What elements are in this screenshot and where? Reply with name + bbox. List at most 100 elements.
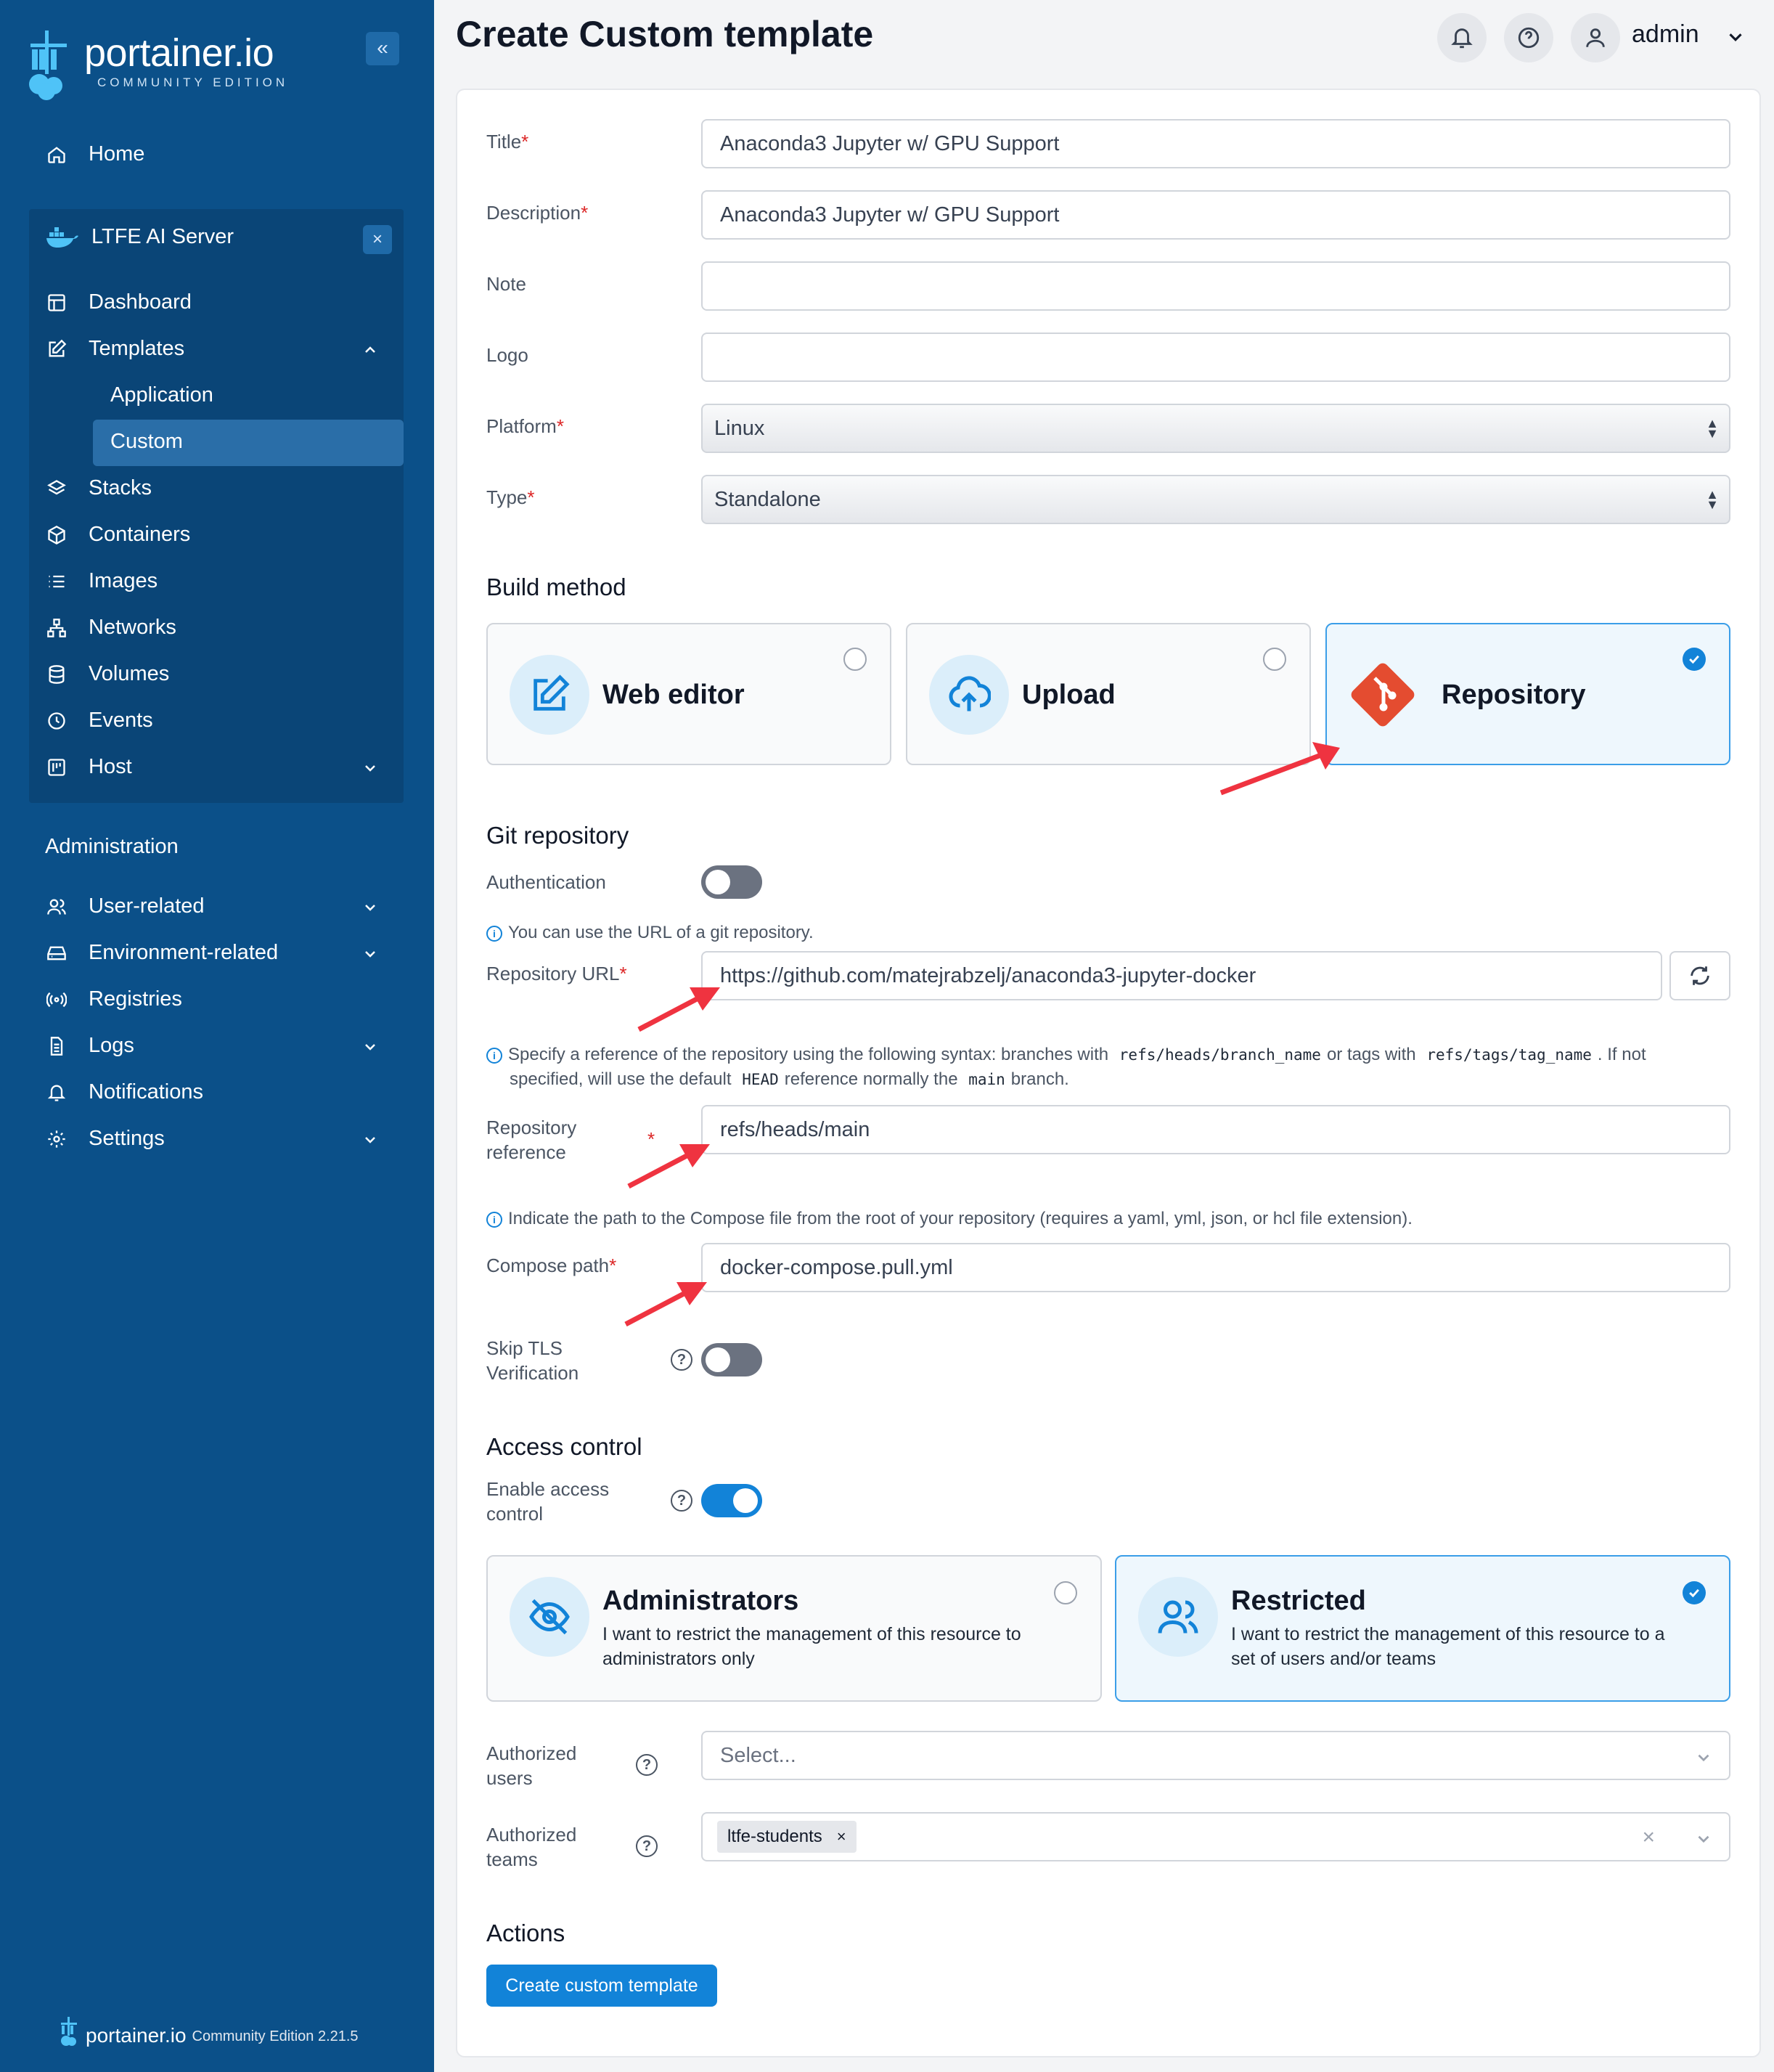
sidebar-item-containers[interactable]: Containers bbox=[45, 523, 190, 547]
user-menu-button[interactable] bbox=[1571, 13, 1620, 62]
sidebar-item-environment-related[interactable]: Environment-related bbox=[45, 941, 278, 965]
users-icon-circle bbox=[1138, 1577, 1218, 1657]
sidebar-item-settings[interactable]: Settings bbox=[45, 1127, 165, 1151]
chevron-up-icon[interactable] bbox=[361, 341, 379, 359]
help-circle-icon[interactable]: ? bbox=[671, 1349, 692, 1371]
authorized-users-label: Authorized users bbox=[486, 1742, 577, 1789]
authorized-users-select[interactable]: Select... bbox=[701, 1731, 1730, 1780]
access-control-toggle[interactable] bbox=[701, 1484, 762, 1517]
repository-url-label: Repository URL* bbox=[486, 963, 627, 984]
chevron-down-icon[interactable] bbox=[361, 1038, 379, 1056]
git-icon bbox=[1351, 663, 1415, 727]
sidebar-item-templates[interactable]: Templates bbox=[45, 337, 184, 361]
authentication-toggle[interactable] bbox=[701, 865, 762, 899]
type-select[interactable]: Standalone ▲ ▼ bbox=[701, 475, 1730, 524]
sidebar-item-label: Images bbox=[89, 569, 158, 592]
footer-edition: Community Edition 2.21.5 bbox=[192, 2028, 359, 2044]
build-method-web-editor[interactable]: Web editor bbox=[486, 623, 891, 765]
repository-reference-input[interactable]: refs/heads/main bbox=[701, 1105, 1730, 1154]
restricted-radio-checked[interactable] bbox=[1683, 1581, 1706, 1604]
repository-label: Repository bbox=[1442, 680, 1586, 710]
sidebar-item-custom[interactable]: Custom bbox=[110, 430, 183, 454]
skip-tls-toggle[interactable] bbox=[701, 1343, 762, 1376]
build-method-upload[interactable]: Upload bbox=[906, 623, 1311, 765]
sidebar-item-volumes[interactable]: Volumes bbox=[45, 662, 169, 686]
sidebar-item-application[interactable]: Application bbox=[110, 383, 213, 407]
description-input[interactable]: Anaconda3 Jupyter w/ GPU Support bbox=[701, 190, 1730, 240]
sidebar-item-images[interactable]: Images bbox=[45, 569, 158, 593]
help-button[interactable] bbox=[1504, 13, 1553, 62]
chevron-down-icon[interactable] bbox=[361, 759, 379, 777]
sidebar-item-user-related[interactable]: User-related bbox=[45, 894, 205, 918]
sidebar-item-label: User-related bbox=[89, 894, 205, 918]
logo-input[interactable] bbox=[701, 333, 1730, 382]
upload-cloud-icon bbox=[949, 676, 991, 711]
sidebar-item-host[interactable]: Host bbox=[45, 755, 132, 779]
current-user-name[interactable]: admin bbox=[1632, 20, 1699, 49]
layers-icon bbox=[45, 477, 68, 500]
info-icon: i bbox=[486, 925, 502, 942]
sidebar-item-home[interactable]: Home bbox=[45, 142, 144, 166]
chevron-down-icon[interactable] bbox=[1725, 26, 1746, 48]
chevron-down-icon[interactable] bbox=[361, 1131, 379, 1149]
repository-radio-checked[interactable] bbox=[1683, 648, 1706, 671]
platform-select[interactable]: Linux ▲ ▼ bbox=[701, 404, 1730, 453]
close-environment-button[interactable]: × bbox=[363, 225, 392, 254]
remove-tag-icon[interactable]: × bbox=[837, 1827, 846, 1846]
sidebar-item-label: Networks bbox=[89, 616, 176, 639]
note-input[interactable] bbox=[701, 261, 1730, 311]
dashboard-icon bbox=[45, 291, 68, 314]
sidebar-item-dashboard[interactable]: Dashboard bbox=[45, 290, 192, 314]
chevron-down-icon[interactable] bbox=[361, 945, 379, 963]
sidebar-item-label: Registries bbox=[89, 987, 182, 1011]
administrators-radio[interactable] bbox=[1054, 1581, 1077, 1604]
git-repository-title: Git repository bbox=[486, 822, 629, 849]
help-circle-icon[interactable]: ? bbox=[671, 1490, 692, 1512]
title-label: Title* bbox=[486, 131, 529, 152]
notifications-button[interactable] bbox=[1437, 13, 1487, 62]
create-custom-template-button[interactable]: Create custom template bbox=[486, 1965, 717, 2007]
chevron-down-icon[interactable] bbox=[361, 899, 379, 916]
build-method-repository[interactable]: Repository bbox=[1325, 623, 1730, 765]
help-circle-icon[interactable]: ? bbox=[636, 1754, 658, 1776]
refresh-repository-button[interactable] bbox=[1669, 951, 1730, 1000]
user-icon bbox=[1586, 28, 1605, 47]
web-editor-radio[interactable] bbox=[843, 648, 867, 671]
upload-radio[interactable] bbox=[1263, 648, 1286, 671]
access-restricted-option[interactable]: Restricted I want to restrict the manage… bbox=[1115, 1555, 1730, 1702]
sidebar-item-networks[interactable]: Networks bbox=[45, 616, 176, 640]
type-label: Type* bbox=[486, 486, 535, 508]
title-input[interactable]: Anaconda3 Jupyter w/ GPU Support bbox=[701, 119, 1730, 168]
help-circle-icon[interactable]: ? bbox=[636, 1835, 658, 1857]
toggle-knob bbox=[706, 870, 730, 894]
required-marker: * bbox=[647, 1128, 655, 1150]
portainer-logo[interactable]: portainer.io COMMUNITY EDITION bbox=[25, 28, 402, 100]
sidebar-item-registries[interactable]: Registries bbox=[45, 987, 182, 1011]
eye-off-icon bbox=[529, 1599, 570, 1635]
sidebar-item-label: Templates bbox=[89, 337, 185, 360]
sidebar: portainer.io COMMUNITY EDITION « Home LT… bbox=[0, 0, 434, 2072]
home-icon bbox=[45, 143, 68, 166]
compose-path-input[interactable]: docker-compose.pull.yml bbox=[701, 1243, 1730, 1292]
check-icon bbox=[1689, 655, 1699, 664]
collapse-sidebar-button[interactable]: « bbox=[366, 32, 399, 65]
sidebar-item-notifications[interactable]: Notifications bbox=[45, 1080, 203, 1104]
portainer-logo-icon bbox=[61, 2017, 77, 2046]
environment-header[interactable]: LTFE AI Server bbox=[45, 225, 234, 249]
info-icon: i bbox=[486, 1211, 502, 1228]
authentication-label: Authentication bbox=[486, 871, 606, 893]
sidebar-item-events[interactable]: Events bbox=[45, 709, 153, 733]
sidebar-item-stacks[interactable]: Stacks bbox=[45, 476, 152, 500]
hard-drive-icon bbox=[45, 942, 68, 965]
sidebar-item-label: Host bbox=[89, 755, 132, 778]
portainer-logo-icon bbox=[29, 30, 67, 100]
repository-url-input[interactable]: https://github.com/matejrabzelj/anaconda… bbox=[701, 951, 1662, 1000]
toggle-knob bbox=[733, 1488, 758, 1513]
chevron-down-icon bbox=[1698, 1754, 1709, 1762]
clear-selection-icon[interactable]: × bbox=[1642, 1825, 1655, 1850]
skip-tls-label: Skip TLS Verification bbox=[486, 1337, 579, 1384]
logo-label: Logo bbox=[486, 344, 528, 366]
access-administrators-option[interactable]: Administrators I want to restrict the ma… bbox=[486, 1555, 1102, 1702]
administrators-description: I want to restrict the management of thi… bbox=[602, 1624, 1021, 1669]
sidebar-item-logs[interactable]: Logs bbox=[45, 1034, 134, 1058]
